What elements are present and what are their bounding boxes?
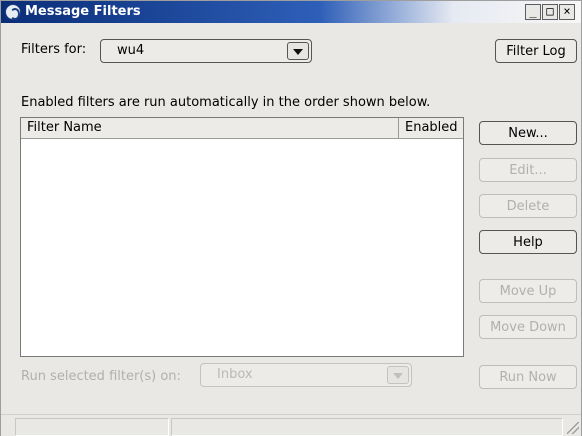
window-title: Message Filters xyxy=(25,4,141,19)
status-pane-left xyxy=(15,418,169,436)
move-up-button[interactable]: Move Up xyxy=(479,279,577,303)
account-select-value: wu4 xyxy=(117,43,145,58)
filters-description: Enabled filters are run automatically in… xyxy=(21,95,431,110)
chevron-down-icon[interactable] xyxy=(387,366,409,384)
message-filters-window: Message Filters _ □ × Filters for: wu4 F… xyxy=(0,0,582,436)
maximize-button[interactable]: □ xyxy=(542,4,558,20)
status-pane-right xyxy=(171,418,563,436)
filter-log-button[interactable]: Filter Log xyxy=(495,39,577,63)
run-folder-select[interactable]: Inbox xyxy=(200,363,412,387)
table-header: Filter Name Enabled xyxy=(21,118,463,139)
filters-for-label: Filters for: xyxy=(21,42,87,57)
resize-grip-icon[interactable] xyxy=(567,422,579,434)
edit-filter-button[interactable]: Edit... xyxy=(479,158,577,182)
status-bar xyxy=(1,414,581,436)
help-button[interactable]: Help xyxy=(479,230,577,254)
column-header-enabled[interactable]: Enabled xyxy=(399,118,463,138)
table-body[interactable] xyxy=(21,139,463,356)
run-now-button[interactable]: Run Now xyxy=(479,365,577,389)
filter-list-table[interactable]: Filter Name Enabled xyxy=(20,117,464,357)
account-select[interactable]: wu4 xyxy=(100,39,312,63)
new-filter-button[interactable]: New... xyxy=(479,121,577,145)
column-header-filter-name[interactable]: Filter Name xyxy=(21,118,399,138)
move-down-button[interactable]: Move Down xyxy=(479,315,577,339)
delete-filter-button[interactable]: Delete xyxy=(479,194,577,218)
chevron-down-icon[interactable] xyxy=(287,42,309,60)
minimize-button[interactable]: _ xyxy=(525,4,541,20)
run-folder-value: Inbox xyxy=(217,367,253,382)
title-bar[interactable]: Message Filters _ □ × xyxy=(1,1,581,23)
app-icon xyxy=(5,4,21,20)
run-selected-label: Run selected filter(s) on: xyxy=(21,369,181,384)
close-button[interactable]: × xyxy=(559,4,575,20)
